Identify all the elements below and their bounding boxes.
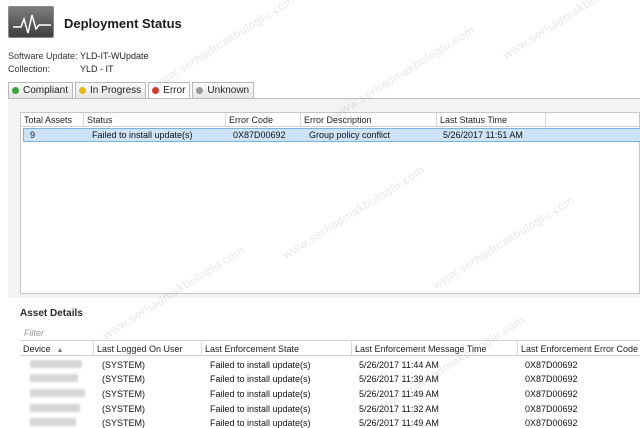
status-cell: Failed to install update(s): [92, 130, 193, 140]
status-grid: Total Assets Status Error Code Error Des…: [20, 112, 640, 294]
collection-row: Collection: YLD - IT: [8, 63, 114, 75]
collection-value: YLD - IT: [80, 64, 114, 74]
column-header-last-enforcement-error-code[interactable]: Last Enforcement Error Code: [518, 342, 640, 356]
time-cell: 5/26/2017 11:49 AM: [359, 418, 439, 428]
redacted-device-name: [30, 389, 85, 397]
column-header-error-description[interactable]: Error Description: [301, 113, 437, 127]
table-row[interactable]: (SYSTEM) Failed to install update(s) 5/2…: [20, 402, 640, 415]
state-cell: Failed to install update(s): [210, 389, 311, 399]
sort-ascending-icon: ▲: [56, 347, 64, 354]
state-cell: Failed to install update(s): [210, 404, 311, 414]
error-code-cell: 0X87D00692: [525, 374, 578, 384]
table-row[interactable]: (SYSTEM) Failed to install update(s) 5/2…: [20, 416, 640, 428]
tab-label: Unknown: [207, 85, 250, 96]
column-header-last-enforcement-message-time[interactable]: Last Enforcement Message Time: [352, 342, 518, 356]
page-title: Deployment Status: [64, 16, 182, 31]
time-cell: 5/26/2017 11:32 AM: [359, 404, 439, 414]
software-update-row: Software Update: YLD-IT-WUpdate: [8, 50, 149, 62]
column-header-total-assets[interactable]: Total Assets: [21, 113, 84, 127]
column-header-last-logged-on-user[interactable]: Last Logged On User: [94, 342, 202, 356]
redacted-device-name: [30, 418, 76, 426]
tab-in-progress[interactable]: In Progress: [75, 82, 147, 99]
state-cell: Failed to install update(s): [210, 418, 311, 428]
table-row[interactable]: 9 Failed to install update(s) 0X87D00692…: [23, 128, 640, 142]
error-code-cell: 0X87D00692: [525, 360, 578, 370]
table-row[interactable]: (SYSTEM) Failed to install update(s) 5/2…: [20, 372, 640, 385]
total-assets-cell: 9: [30, 130, 36, 140]
software-update-label: Software Update:: [8, 51, 78, 61]
column-header-label: Device: [23, 344, 51, 354]
tab-compliant[interactable]: Compliant: [8, 82, 74, 99]
time-cell: 5/26/2017 11:39 AM: [359, 374, 439, 384]
error-code-cell: 0X87D00692: [525, 389, 578, 399]
user-cell: (SYSTEM): [102, 360, 146, 370]
error-code-cell: 0X87D00692: [233, 130, 286, 140]
user-cell: (SYSTEM): [102, 374, 146, 384]
tab-label: Error: [163, 85, 186, 96]
last-status-time-cell: 5/26/2017 11:51 AM: [443, 130, 523, 140]
status-tabs: Compliant In Progress Error Unknown: [8, 82, 256, 100]
filter-input[interactable]: Filter: [20, 325, 640, 341]
state-cell: Failed to install update(s): [210, 374, 311, 384]
user-cell: (SYSTEM): [102, 404, 146, 414]
user-cell: (SYSTEM): [102, 418, 146, 428]
asset-details-title: Asset Details: [20, 308, 83, 319]
redacted-device-name: [30, 404, 80, 412]
green-status-icon: [12, 87, 19, 94]
software-update-value: YLD-IT-WUpdate: [80, 51, 149, 61]
collection-label: Collection:: [8, 64, 51, 74]
column-header-error-code[interactable]: Error Code: [226, 113, 301, 127]
time-cell: 5/26/2017 11:49 AM: [359, 389, 439, 399]
user-cell: (SYSTEM): [102, 389, 146, 399]
error-code-cell: 0X87D00692: [525, 404, 578, 414]
column-header-device[interactable]: Device ▲: [20, 342, 94, 356]
tab-unknown[interactable]: Unknown: [192, 82, 255, 99]
state-cell: Failed to install update(s): [210, 360, 311, 370]
asset-details-header: Device ▲ Last Logged On User Last Enforce…: [20, 342, 640, 356]
status-grid-header: Total Assets Status Error Code Error Des…: [21, 113, 639, 127]
tab-label: In Progress: [90, 85, 142, 96]
gray-status-icon: [196, 87, 204, 94]
redacted-device-name: [30, 360, 82, 368]
table-row[interactable]: (SYSTEM) Failed to install update(s) 5/2…: [20, 387, 640, 400]
time-cell: 5/26/2017 11:44 AM: [359, 360, 439, 370]
table-row[interactable]: (SYSTEM) Failed to install update(s) 5/2…: [20, 358, 640, 371]
error-description-cell: Group policy conflict: [309, 130, 391, 140]
red-status-icon: [152, 87, 160, 94]
column-header-last-enforcement-state[interactable]: Last Enforcement State: [202, 342, 352, 356]
redacted-device-name: [30, 374, 78, 382]
column-header-status[interactable]: Status: [84, 113, 226, 127]
tab-label: Compliant: [23, 85, 69, 96]
column-header-last-status-time[interactable]: Last Status Time: [437, 113, 546, 127]
yellow-status-icon: [79, 87, 87, 94]
error-code-cell: 0X87D00692: [525, 418, 578, 428]
monitoring-logo-icon: [8, 6, 54, 38]
header: Deployment Status: [0, 0, 640, 46]
